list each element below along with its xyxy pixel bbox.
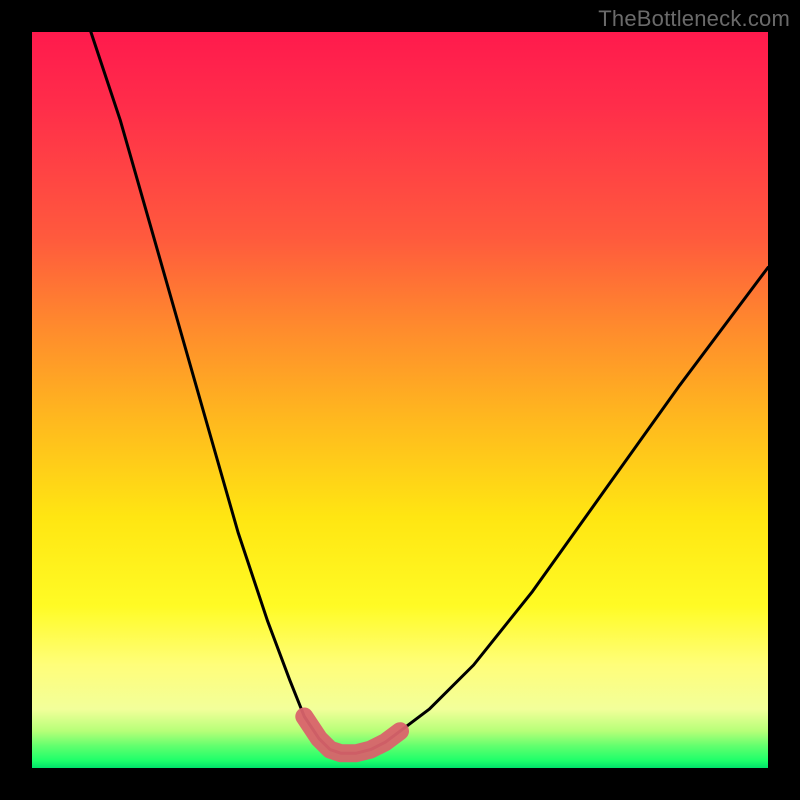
chart-frame: TheBottleneck.com	[0, 0, 800, 800]
bottleneck-curve	[91, 32, 768, 753]
plot-area	[32, 32, 768, 768]
watermark-text: TheBottleneck.com	[598, 6, 790, 32]
min-region-marker	[304, 717, 400, 754]
curve-layer	[32, 32, 768, 768]
